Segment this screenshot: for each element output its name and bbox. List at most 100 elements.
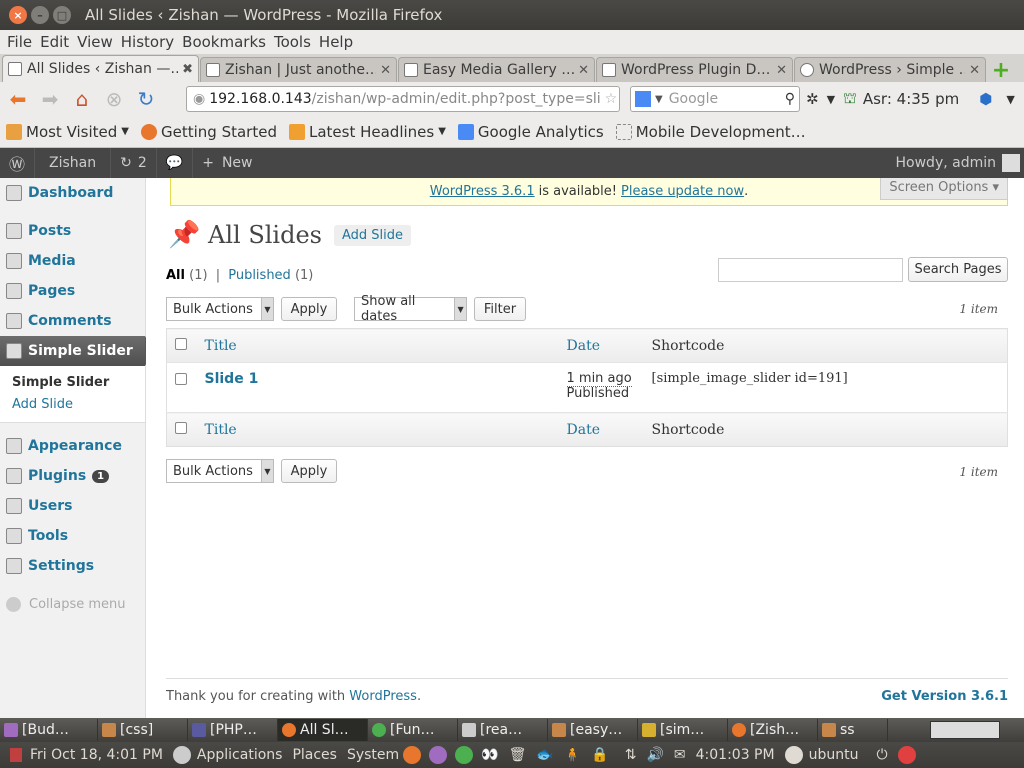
task-button[interactable]: [Bud… (0, 719, 98, 741)
slide-title-link[interactable]: Slide 1 (205, 371, 259, 387)
submenu-add-slide[interactable]: Add Slide (12, 394, 145, 416)
volume-icon[interactable]: 🔊 (646, 747, 663, 763)
search-pages-button[interactable]: Search Pages (908, 257, 1008, 282)
bookmark-star-icon[interactable]: ☆ (601, 91, 619, 107)
menu-view[interactable]: View (77, 33, 113, 51)
back-arrow-icon[interactable]: ⬅ (4, 85, 32, 113)
close-tab-icon[interactable]: ✕ (578, 63, 589, 78)
menu-media[interactable]: Media (0, 246, 145, 276)
menu-simple-slider[interactable]: Simple Slider (0, 336, 153, 366)
menu-dashboard[interactable]: Dashboard (0, 178, 145, 208)
add-slide-button[interactable]: Add Slide (334, 224, 412, 246)
menu-edit[interactable]: Edit (40, 33, 69, 51)
system-menu[interactable]: System (347, 747, 399, 763)
bookmark-getting-started[interactable]: Getting Started (141, 123, 277, 141)
task-button[interactable]: [css] (98, 719, 188, 741)
wp-logo-button[interactable]: Ⓦ (0, 148, 36, 178)
menu-posts[interactable]: Posts (0, 216, 145, 246)
task-button[interactable]: [easy… (548, 719, 638, 741)
bookmark-latest-headlines[interactable]: Latest Headlines ▼ (288, 123, 446, 141)
menu-comments[interactable]: Comments (0, 306, 145, 336)
mail-icon[interactable]: ✉ (674, 747, 686, 763)
shutdown-icon[interactable] (897, 746, 922, 764)
search-slides-input[interactable] (718, 258, 903, 282)
bookmark-mobile-development[interactable]: Mobile Development… (615, 123, 806, 141)
column-title[interactable]: Title (196, 328, 559, 363)
stop-icon[interactable]: ⊗ (100, 85, 128, 113)
get-version-link[interactable]: Get Version 3.6.1 (881, 689, 1008, 704)
bug-icon[interactable]: ✲ (806, 90, 819, 108)
applications-menu[interactable]: Applications (172, 746, 282, 764)
workspace-switcher[interactable] (930, 721, 1000, 739)
filter-button[interactable]: Filter (474, 297, 526, 321)
select-all-checkbox[interactable] (175, 337, 187, 350)
menu-users[interactable]: Users (0, 491, 145, 521)
row-checkbox[interactable] (175, 373, 187, 385)
menu-history[interactable]: History (121, 33, 174, 51)
fish-icon[interactable]: 🐟 (536, 747, 553, 763)
comments-link[interactable]: 💬 (157, 148, 194, 178)
filter-published-link[interactable]: Published (228, 268, 291, 283)
places-menu[interactable]: Places (292, 747, 337, 763)
panel-clock-time[interactable]: 4:01:03 PM (696, 747, 775, 763)
menu-plugins[interactable]: Plugins 1 (0, 461, 145, 491)
lock-icon[interactable]: 🔒 (591, 747, 608, 763)
maximize-window-icon[interactable]: □ (53, 6, 71, 24)
screen-options-button[interactable]: Screen Options ▾ (880, 178, 1008, 200)
menu-appearance[interactable]: Appearance (0, 431, 145, 461)
menu-help[interactable]: Help (319, 33, 353, 51)
menu-bookmarks[interactable]: Bookmarks (182, 33, 266, 51)
column-title[interactable]: Title (196, 412, 559, 447)
network-icon[interactable]: ⇅ (625, 747, 637, 763)
select-all-checkbox[interactable] (175, 421, 187, 434)
trash-icon[interactable]: 🗑 (509, 747, 527, 763)
chevron-down-icon[interactable]: ▼ (827, 93, 835, 106)
menu-tools[interactable]: Tools (274, 33, 311, 51)
home-icon[interactable]: ⌂ (68, 85, 96, 113)
close-tab-icon[interactable]: ✖ (182, 62, 193, 77)
menu-settings[interactable]: Settings (0, 551, 145, 581)
task-button[interactable]: [Fun… (368, 719, 458, 741)
chevron-down-icon[interactable]: ▼ (1006, 93, 1014, 106)
task-button[interactable]: [PHP… (188, 719, 278, 741)
close-tab-icon[interactable]: ✕ (776, 63, 787, 78)
task-button[interactable]: [Zish… (728, 719, 818, 741)
user-icon[interactable]: 🧍 (564, 747, 581, 763)
tab-easy-media[interactable]: Easy Media Gallery … ✕ (398, 57, 595, 82)
tab-all-slides[interactable]: All Slides ‹ Zishan —… ✖ (2, 55, 199, 82)
new-content-link[interactable]: + New (193, 148, 261, 178)
minimize-window-icon[interactable]: – (31, 6, 49, 24)
new-tab-icon[interactable]: + (989, 58, 1013, 83)
task-button[interactable]: [sim… (638, 719, 728, 741)
bookmark-google-analytics[interactable]: Google Analytics (457, 123, 604, 141)
addon-icon[interactable]: ⬢ (979, 90, 992, 108)
bulk-actions-select[interactable]: Bulk Actions ▼ (166, 459, 274, 483)
apply-button[interactable]: Apply (281, 459, 337, 483)
panel-clock-date[interactable]: Fri Oct 18, 4:01 PM (10, 747, 163, 763)
tab-wp-simple[interactable]: WordPress › Simple … ✕ (794, 57, 986, 82)
close-window-icon[interactable]: × (9, 6, 27, 24)
google-icon[interactable] (635, 91, 651, 107)
bookmark-most-visited[interactable]: Most Visited ▼ (6, 123, 129, 141)
bulk-actions-select[interactable]: Bulk Actions ▼ (166, 297, 274, 321)
tab-wp-plugin[interactable]: WordPress Plugin D… ✕ (596, 57, 793, 82)
updates-link[interactable]: ↻ 2 (111, 148, 157, 178)
close-tab-icon[interactable]: ✕ (969, 63, 980, 78)
wordpress-version-link[interactable]: WordPress 3.6.1 (430, 184, 535, 199)
column-date[interactable]: Date (558, 412, 644, 447)
firefox-launcher-icon[interactable] (403, 746, 427, 764)
filter-all-link[interactable]: All (166, 268, 185, 283)
task-button[interactable]: ss (818, 719, 888, 741)
pidgin-icon[interactable] (429, 746, 453, 764)
reload-icon[interactable]: ↻ (132, 85, 160, 113)
site-name-link[interactable]: Zishan (35, 148, 112, 178)
tab-zishan[interactable]: Zishan | Just anothe… ✕ (200, 57, 397, 82)
submenu-simple-slider[interactable]: Simple Slider (12, 372, 145, 394)
chrome-icon[interactable] (455, 746, 479, 764)
wordpress-link[interactable]: WordPress (349, 689, 417, 704)
column-date[interactable]: Date (558, 328, 644, 363)
close-tab-icon[interactable]: ✕ (380, 63, 391, 78)
site-identity-icon[interactable]: ◉ (193, 91, 205, 107)
user-menu[interactable]: ubuntu (784, 746, 858, 764)
menu-tools[interactable]: Tools (0, 521, 145, 551)
